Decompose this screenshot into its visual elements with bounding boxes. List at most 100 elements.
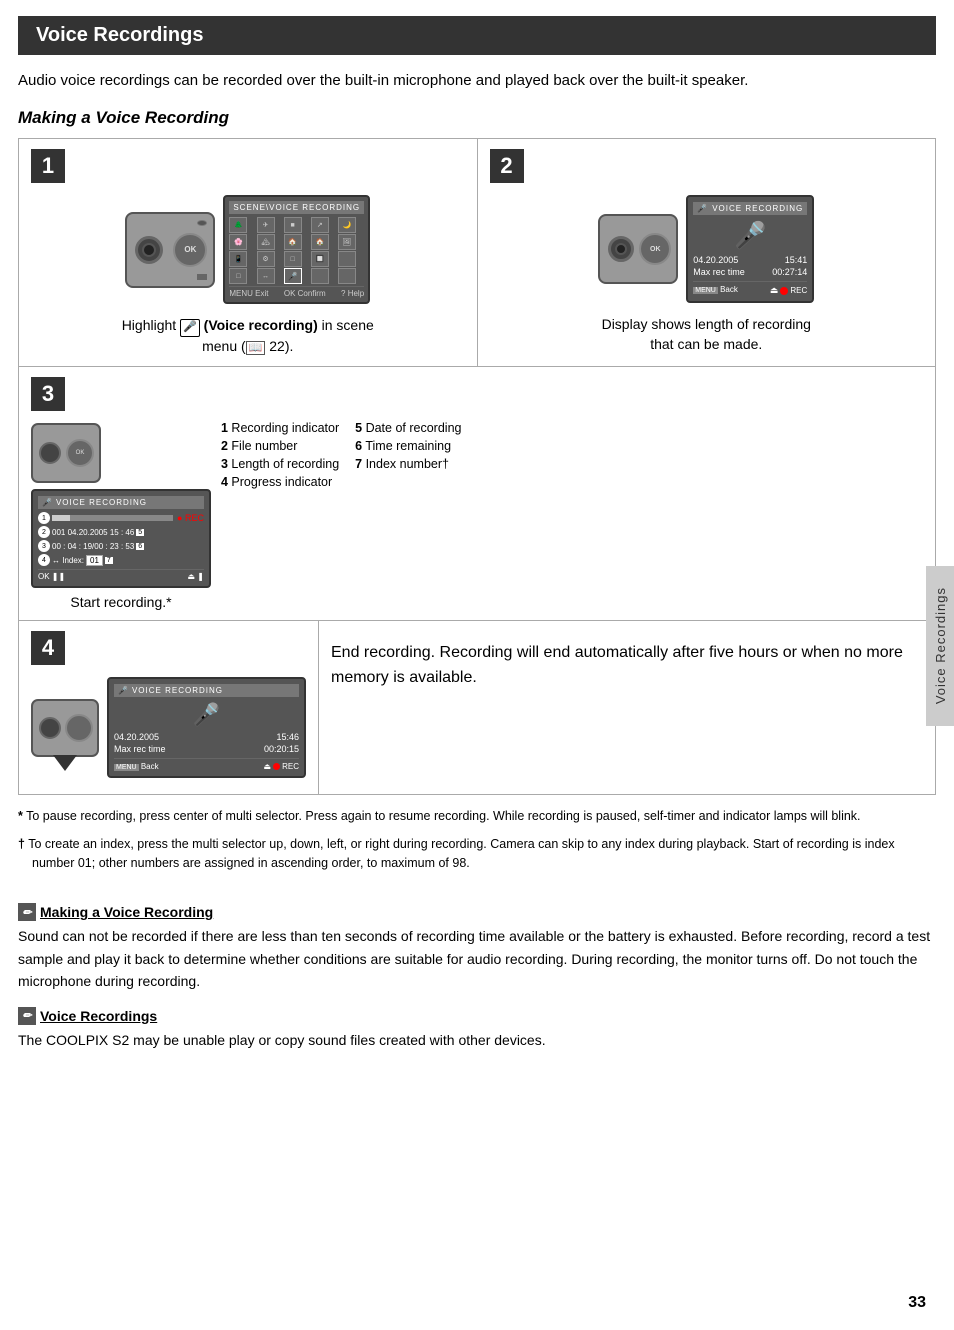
footnotes-section: * To pause recording, press center of mu… [0, 795, 954, 889]
menu-back-4: MENU Back [114, 762, 159, 771]
camera-lens-inner-2 [615, 243, 627, 255]
mic-icon-2: 🎤 [697, 204, 708, 213]
legend-item-4: 4 Progress indicator [221, 475, 339, 489]
scene-mic-icon: 🎤 [284, 268, 302, 284]
note-box-1: ✏ Making a Voice Recording Sound can not… [18, 903, 936, 992]
step-number-3: 3 [31, 377, 65, 411]
scene-icon: □ [284, 251, 302, 267]
menu-exit: MENU Exit [229, 289, 268, 298]
rec-bottom-3: OK ❚❚ ⏏ ❚ [38, 569, 204, 581]
book-icon: 📖 [246, 341, 266, 355]
section-title: Making a Voice Recording [0, 102, 954, 138]
scene-icon: ✈ [257, 217, 275, 233]
scene-icon: ↔ [257, 268, 275, 284]
scene-menu-display: SCENE\ VOICE RECORDING 🌲 ✈ ■ ↗ 🌙 [223, 195, 370, 304]
rec-right-2: ⏏ REC [770, 285, 807, 296]
step-1-cell: 1 OK [19, 139, 478, 366]
rec-bottom-4: MENU Back ⏏ REC [114, 758, 299, 771]
page-header: Voice Recordings [18, 16, 936, 55]
note-title-row-1: ✏ Making a Voice Recording [18, 903, 936, 921]
rec-right-4: ⏏ REC [264, 762, 299, 771]
sidebar-tab-label: Voice Recordings [933, 587, 948, 704]
scene-icon: □ [229, 268, 247, 284]
step-number-4: 4 [31, 631, 65, 665]
note-icon-2: ✏ [18, 1007, 36, 1025]
step4-camera-row: 🎤 VOICE RECORDING 🎤 04.20.2005 15:46 Max… [31, 677, 306, 778]
rec-dot-2 [780, 287, 788, 295]
rec-dot-4 [273, 763, 280, 770]
menu-back-2: MENU Back [693, 285, 738, 296]
scene-icon [311, 268, 329, 284]
ok-confirm: OK Confirm [284, 289, 326, 298]
ok-button-1: OK [173, 233, 207, 267]
step3-caption: Start recording.* [31, 594, 211, 610]
rec-progress-fill [52, 515, 70, 521]
camera-lens-2 [608, 236, 634, 262]
step3-display-area: OK 🎤 VOICE RECORDING [31, 417, 211, 610]
voice-rec-bold: (Voice recording) [204, 317, 318, 333]
step2-camera-row: OK 🎤 VOICE RECORDING 🎤 04.20.2005 [598, 195, 814, 303]
scene-icon: 🌸 [229, 234, 247, 250]
step-4-cell-left: 4 🎤 VOICE RECORDING 🎤 [19, 621, 319, 794]
step3-camera-row: OK [31, 423, 211, 483]
scene-icon: 🏠 [311, 234, 329, 250]
camera-body-2: OK [598, 214, 678, 284]
scene-icon [338, 268, 356, 284]
help: ? Help [341, 289, 364, 298]
step3-legend: 1 Recording indicator 2 File number 3 Le… [221, 417, 923, 610]
camera-lens-1 [135, 236, 163, 264]
steps-row-4: 4 🎤 VOICE RECORDING 🎤 [19, 621, 935, 794]
mic-highlight: 🎤 [180, 319, 200, 336]
ok-button-3: OK [66, 439, 94, 467]
voice-rec-title-bar-2: 🎤 VOICE RECORDING [693, 202, 807, 215]
rec-maxtime-row: Max rec time 00:27:14 [693, 267, 807, 277]
legend-item-7: 7 Index number† [355, 457, 461, 471]
step4-end-text: End recording. Recording will end automa… [331, 631, 923, 701]
camera-lens-3 [39, 442, 61, 464]
voice-rec-title-bar-3: 🎤 VOICE RECORDING [38, 496, 204, 509]
note-body-1: Sound can not be recorded if there are l… [18, 925, 936, 992]
page-title: Voice Recordings [36, 24, 918, 47]
legend-item-5: 5 Date of recording [355, 421, 461, 435]
rec-progress-bar [52, 515, 173, 521]
scene-icon: 🔲 [311, 251, 329, 267]
scene-icon: ↗ [311, 217, 329, 233]
large-mic-4: 🎤 [114, 702, 299, 728]
footnote-star: * To pause recording, press center of mu… [18, 807, 936, 826]
ok-label-1: OK [184, 245, 196, 254]
note-title-2: Voice Recordings [40, 1008, 157, 1024]
legend-col-right: 5 Date of recording 6 Time remaining 7 I… [355, 417, 461, 493]
scene-icon: 📱 [229, 251, 247, 267]
scene-icon: 🏔 [257, 234, 275, 250]
legend-item-2: 2 File number [221, 439, 339, 453]
step2-caption: Display shows length of recordingthat ca… [602, 315, 811, 354]
camera-lens-inner-1 [142, 243, 156, 257]
scene-icon: ■ [284, 217, 302, 233]
note-title-row-2: ✏ Voice Recordings [18, 1007, 936, 1025]
note-body-2: The COOLPIX S2 may be unable play or cop… [18, 1029, 936, 1051]
legend-item-6: 6 Time remaining [355, 439, 461, 453]
scene-tag: SCENE\ [233, 203, 269, 212]
footnote-dagger: † To create an index, press the multi se… [18, 835, 936, 874]
steps-grid: 1 OK [18, 138, 936, 795]
camera-lens-4 [39, 717, 61, 739]
speaker-1 [197, 274, 207, 280]
step3-inner: OK 🎤 VOICE RECORDING [31, 417, 923, 610]
step2-content: OK 🎤 VOICE RECORDING 🎤 04.20.2005 [490, 189, 924, 354]
page-number: 33 [908, 1294, 926, 1312]
note-box-2: ✏ Voice Recordings The COOLPIX S2 may be… [18, 1007, 936, 1051]
rec-date-row-4: 04.20.2005 15:46 [114, 732, 299, 742]
note-title-1: Making a Voice Recording [40, 904, 213, 920]
scene-icon [338, 251, 356, 267]
voice-rec-title-1: VOICE RECORDING [269, 203, 360, 212]
step-number-1: 1 [31, 149, 65, 183]
step-4-cell-right: End recording. Recording will end automa… [319, 621, 935, 794]
viewfinder-1 [197, 220, 207, 226]
ok-button-2: OK [639, 233, 671, 265]
steps-row-3: 3 OK [19, 367, 935, 621]
camera-body-4 [31, 699, 99, 757]
scene-icon: 🌲 [229, 217, 247, 233]
large-mic-2: 🎤 [693, 220, 807, 251]
steps-row-1-2: 1 OK [19, 139, 935, 367]
sidebar-tab: Voice Recordings [926, 566, 954, 726]
